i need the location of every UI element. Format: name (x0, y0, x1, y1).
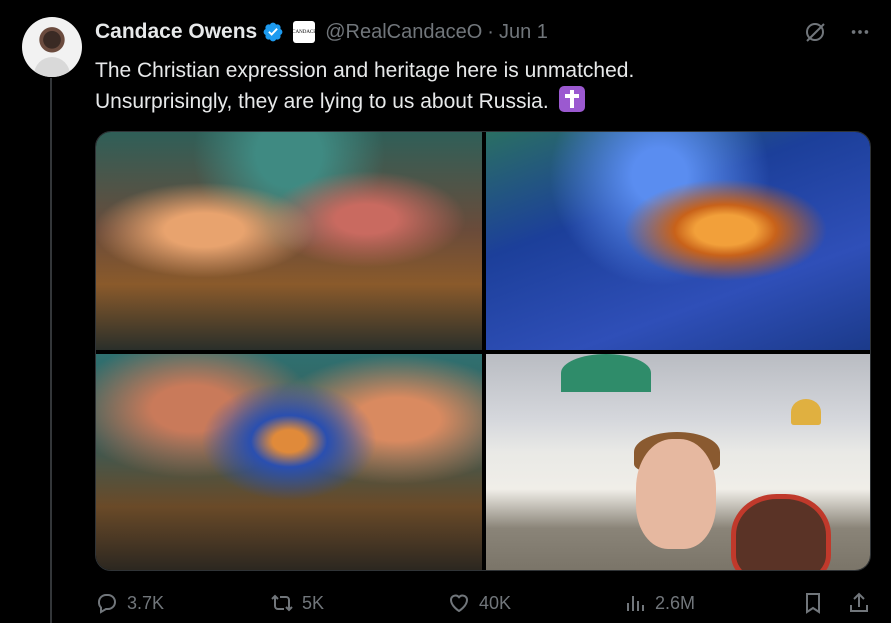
repost-button[interactable]: 5K (270, 591, 324, 615)
tweet-text-line-2-wrap: Unsurprisingly, they are lying to us abo… (95, 86, 634, 117)
avatar[interactable] (22, 17, 82, 77)
verified-badge-icon[interactable] (262, 21, 284, 43)
person-face-2 (736, 499, 826, 570)
thread-line (50, 78, 52, 623)
share-icon (850, 592, 868, 612)
tweet-header: Candace Owens CANDACE @RealCandaceO · Ju… (95, 19, 548, 45)
share-button[interactable] (847, 591, 871, 615)
photo-cathedral-nave-3[interactable] (96, 354, 482, 570)
views-chart-icon (627, 596, 644, 611)
top-icons (803, 20, 871, 44)
action-bar: 3.7K 5K 40K 2.6M (95, 588, 871, 618)
affiliate-badge-text: CANDACE (292, 29, 317, 35)
bookmark-button[interactable] (801, 591, 825, 615)
repost-count: 5K (302, 592, 325, 613)
affiliate-badge[interactable]: CANDACE (292, 21, 317, 43)
reply-button[interactable]: 3.7K (95, 591, 164, 615)
repost-icon (271, 594, 293, 612)
tweet[interactable]: Candace Owens CANDACE @RealCandaceO · Ju… (0, 0, 891, 623)
more-icon[interactable] (849, 21, 871, 43)
photo-cathedral-mosaic-2[interactable] (486, 132, 870, 350)
latin-cross-emoji-icon (558, 86, 585, 112)
photo-cathedral-interior-1[interactable] (96, 132, 482, 350)
green-roof (561, 354, 651, 392)
views-count: 2.6M (655, 592, 696, 613)
heart-icon (449, 594, 469, 613)
views-button[interactable]: 2.6M (623, 591, 695, 615)
photo-monastery-selfie-4[interactable] (486, 354, 870, 570)
person-face-1 (636, 439, 716, 549)
reply-icon (97, 594, 116, 614)
tweet-date[interactable]: Jun 1 (499, 21, 548, 44)
tweet-text-line-1: The Christian expression and heritage he… (95, 59, 635, 82)
avatar-body (34, 57, 70, 77)
bookmark-icon (806, 593, 820, 614)
tweet-text-line-2: Unsurprisingly, they are lying to us abo… (95, 90, 549, 113)
reply-count: 3.7K (127, 592, 165, 613)
tweet-text: The Christian expression and heritage he… (95, 56, 634, 117)
golden-dome (791, 399, 821, 425)
like-count: 40K (479, 592, 512, 613)
grok-icon[interactable] (803, 20, 827, 44)
author-handle[interactable]: @RealCandaceO (325, 21, 482, 44)
media-grid (95, 131, 871, 571)
separator-dot: · (487, 20, 494, 43)
author-name[interactable]: Candace Owens (95, 20, 257, 44)
like-button[interactable]: 40K (447, 591, 511, 615)
